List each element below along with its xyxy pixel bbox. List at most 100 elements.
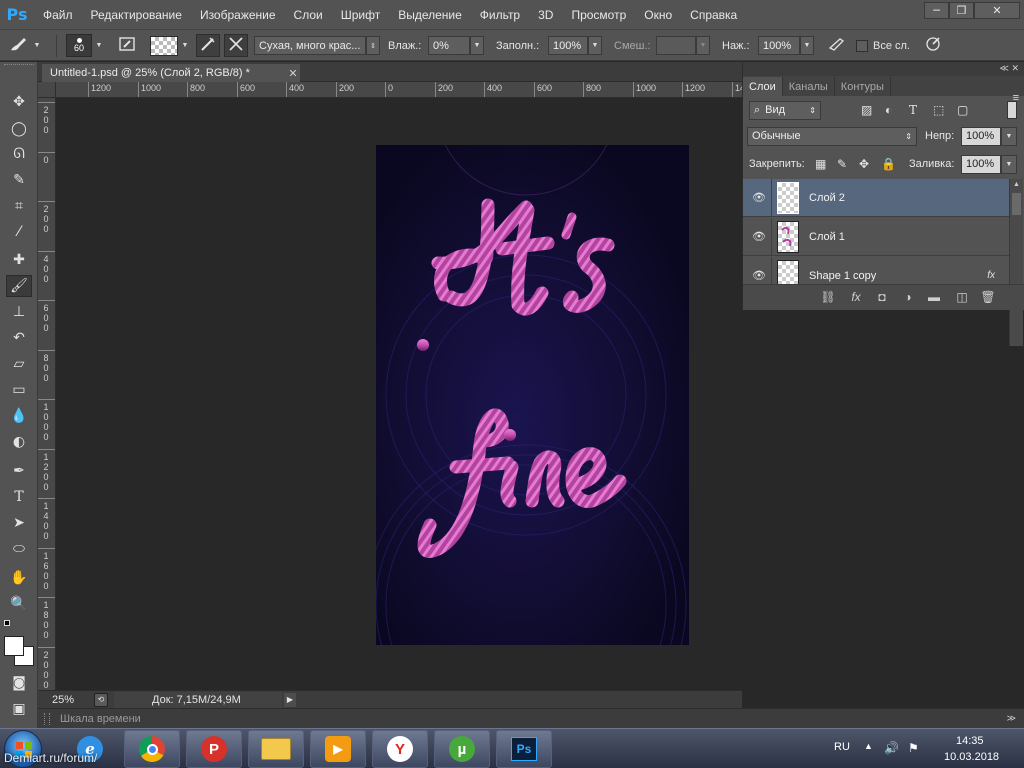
filter-type-icon[interactable]: T xyxy=(909,103,917,117)
scrollbar-thumb[interactable] xyxy=(1012,193,1021,215)
chevron-down-icon[interactable]: ▼ xyxy=(1001,155,1017,174)
marquee-tool[interactable]: ◯ xyxy=(6,118,32,140)
load-brush-button[interactable] xyxy=(196,34,220,57)
dodge-tool[interactable]: ◐ xyxy=(6,431,32,453)
pressure-size-toggle[interactable] xyxy=(924,34,942,57)
lock-all-icon[interactable]: 🔒 xyxy=(881,157,896,171)
photoshop-taskbar-item[interactable]: Ps xyxy=(496,730,552,768)
maximize-button[interactable]: ❐ xyxy=(949,2,974,19)
eyedropper-tool[interactable]: ⁄ xyxy=(6,221,32,243)
load-input[interactable]: 100% ▼ xyxy=(548,34,602,57)
utorrent-taskbar-item[interactable]: µ xyxy=(434,730,490,768)
mix-input[interactable]: ▼ xyxy=(656,34,710,57)
timeline-panel-bar[interactable]: Шкала времени ≫ xyxy=(38,708,1024,728)
pressure-input[interactable]: 100% ▼ xyxy=(758,34,814,57)
tab-channels[interactable]: Каналы xyxy=(783,77,835,96)
menu-help[interactable]: Справка xyxy=(681,8,746,22)
layers-scrollbar[interactable]: ▲ xyxy=(1009,179,1023,346)
media-player-taskbar-item[interactable]: ▶ xyxy=(310,730,366,768)
clock-date[interactable]: 10.03.2018 xyxy=(944,751,999,763)
brush-panel-toggle[interactable] xyxy=(116,34,138,57)
filter-shape-icon[interactable]: ⬚ xyxy=(933,103,944,117)
tool-preset-picker[interactable]: ▼ xyxy=(8,34,48,57)
new-layer-icon[interactable]: ◫ xyxy=(955,290,969,304)
explorer-taskbar-item[interactable] xyxy=(248,730,304,768)
chevron-down-icon[interactable]: ▼ xyxy=(1001,127,1017,146)
visibility-eye-icon[interactable]: 👁 xyxy=(752,230,766,243)
eraser-tool[interactable]: ▱ xyxy=(6,353,32,375)
close-window-button[interactable]: ✕ xyxy=(974,2,1020,19)
blend-mode-select[interactable]: Обычные ⇕ xyxy=(747,126,917,146)
menu-type[interactable]: Шрифт xyxy=(332,8,389,22)
menu-window[interactable]: Окно xyxy=(635,8,681,22)
ruler-origin[interactable] xyxy=(38,82,56,98)
menu-view[interactable]: Просмотр xyxy=(562,8,635,22)
horizontal-ruler[interactable]: 1200 1000 800 600 400 200 0 200 400 600 800 1000 120… xyxy=(56,82,742,98)
zoom-tool[interactable]: 🔍 xyxy=(6,593,32,615)
filter-pixel-icon[interactable]: ▨ xyxy=(861,103,872,117)
sample-all-layers-checkbox[interactable]: Все сл. xyxy=(856,34,910,57)
tab-paths[interactable]: Контуры xyxy=(835,77,891,96)
action-center-flag-icon[interactable]: ⚑ xyxy=(908,741,919,755)
lock-position-icon[interactable]: ✥ xyxy=(859,157,869,171)
shape-tool[interactable]: ⬭ xyxy=(6,538,32,560)
default-colors-button[interactable] xyxy=(4,620,13,629)
close-tab-icon[interactable]: ✕ xyxy=(287,64,299,82)
minimize-button[interactable]: ─ xyxy=(924,2,949,19)
blur-tool[interactable]: 💧 xyxy=(6,405,32,427)
layer-row[interactable]: 👁 Слой 1 xyxy=(743,218,1009,256)
clock-time[interactable]: 14:35 xyxy=(956,735,984,747)
panel-collapse-icon[interactable]: ≫ xyxy=(1007,713,1016,724)
volume-icon[interactable]: 🔊 xyxy=(884,741,899,755)
layer-row[interactable]: 👁 Слой 2 xyxy=(743,179,1009,217)
brush-preset-select[interactable]: Сухая, много крас... ⇕ xyxy=(254,34,380,57)
tray-expand-icon[interactable]: ▲ xyxy=(864,741,873,751)
clean-brush-button[interactable] xyxy=(224,34,248,57)
foreground-color-swatch[interactable] xyxy=(4,636,24,656)
language-indicator[interactable]: RU xyxy=(834,741,850,753)
hand-tool[interactable]: ✋ xyxy=(6,567,32,589)
tab-layers[interactable]: Слои xyxy=(743,77,783,96)
lock-image-icon[interactable]: ✎ xyxy=(837,157,847,171)
menu-edit[interactable]: Редактирование xyxy=(82,8,191,22)
path-selection-tool[interactable]: ➤ xyxy=(6,512,32,534)
add-layer-style-icon[interactable]: fx xyxy=(849,290,863,304)
quick-selection-tool[interactable]: ✎ xyxy=(6,169,32,191)
new-group-icon[interactable]: ▬ xyxy=(927,290,941,304)
airbrush-toggle[interactable] xyxy=(828,34,846,57)
visibility-eye-icon[interactable]: 👁 xyxy=(752,269,766,282)
menu-select[interactable]: Выделение xyxy=(389,8,471,22)
layer-effects-badge[interactable]: fx xyxy=(987,270,995,281)
fill-input[interactable]: 100% xyxy=(961,154,1001,174)
lock-transparency-icon[interactable]: ▦ xyxy=(815,157,826,171)
add-mask-icon[interactable]: ◘ xyxy=(875,290,889,304)
opacity-input[interactable]: 100% xyxy=(961,126,1001,146)
link-layers-icon[interactable]: ⛓ xyxy=(820,290,835,304)
filter-adjustment-icon[interactable]: ◐ xyxy=(885,103,892,117)
type-tool[interactable]: T xyxy=(6,486,32,508)
new-adjustment-layer-icon[interactable]: ◑ xyxy=(901,290,915,304)
menu-image[interactable]: Изображение xyxy=(191,8,285,22)
lasso-tool[interactable]: ᘏ xyxy=(6,143,32,165)
pen-tool[interactable]: ✒ xyxy=(6,460,32,482)
filter-toggle-switch[interactable] xyxy=(1007,101,1017,119)
crop-tool[interactable]: ⌗ xyxy=(6,195,32,217)
yandex-taskbar-item[interactable]: Y xyxy=(372,730,428,768)
document-tab[interactable]: Untitled-1.psd @ 25% (Слой 2, RGB/8) * ✕ xyxy=(42,64,300,82)
menu-filter[interactable]: Фильтр xyxy=(471,8,529,22)
layer-name[interactable]: Слой 1 xyxy=(809,231,845,243)
psiphon-taskbar-item[interactable]: P xyxy=(186,730,242,768)
menu-file[interactable]: Файл xyxy=(34,8,82,22)
status-bar-icon[interactable]: ⟲ xyxy=(94,692,108,707)
delete-layer-icon[interactable]: 🗑 xyxy=(980,290,995,304)
menu-3d[interactable]: 3D xyxy=(529,8,562,22)
clone-stamp-tool[interactable]: ⊥ xyxy=(6,301,32,323)
scroll-up-icon[interactable]: ▲ xyxy=(1013,181,1020,188)
document-canvas[interactable] xyxy=(376,145,689,645)
layer-name[interactable]: Shape 1 copy xyxy=(809,270,876,282)
current-brush-load-swatch[interactable]: ▼ xyxy=(150,34,194,57)
move-tool[interactable]: ✥ xyxy=(6,91,32,113)
healing-brush-tool[interactable]: ✚ xyxy=(6,249,32,271)
vertical-ruler[interactable]: 2000200400600800100012001400160018002000 xyxy=(38,98,56,690)
panel-collapse-icon[interactable]: ≪ ✕ xyxy=(1000,63,1019,74)
